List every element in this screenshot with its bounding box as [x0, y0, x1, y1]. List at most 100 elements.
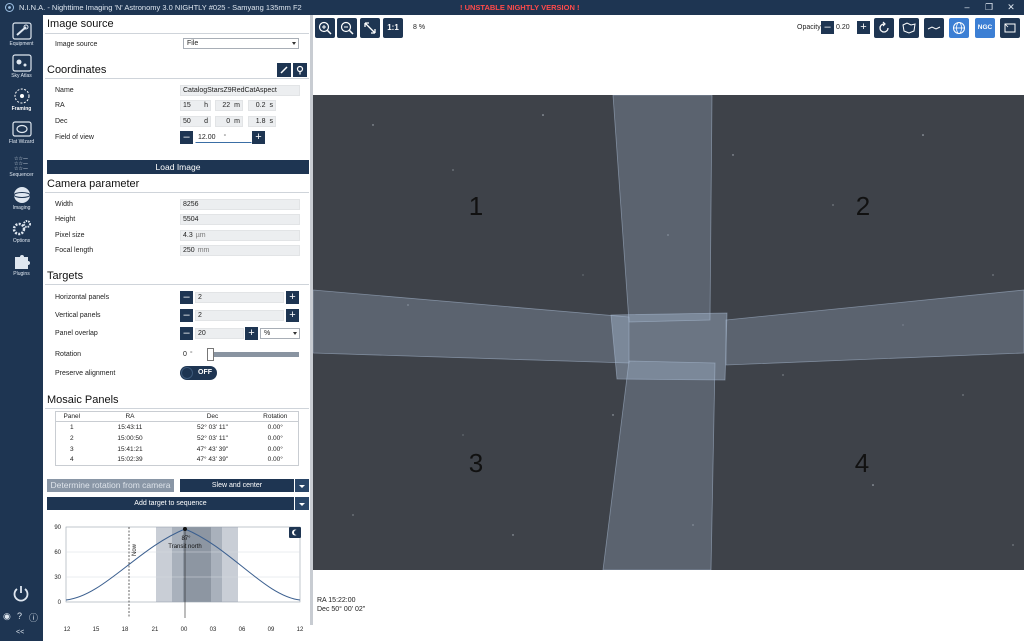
minimize-icon[interactable]: – [956, 0, 978, 15]
dec-degrees-field[interactable]: 50 d [180, 116, 211, 127]
width-label: Width [55, 201, 73, 208]
horizontal-panels-increase-button[interactable]: + [286, 291, 299, 304]
slew-options-dropdown[interactable] [295, 479, 309, 492]
table-row[interactable]: 3 15:41:21 47° 43' 39" 0.00° [56, 444, 299, 455]
help-icon[interactable]: ? [17, 611, 22, 621]
overlap-unit-dropdown[interactable]: % [260, 328, 300, 339]
determine-rotation-button[interactable]: Determine rotation from camera [47, 479, 174, 492]
height-label: Height [55, 216, 76, 223]
panel-outline-right[interactable] [725, 289, 1024, 366]
nav-item-plugins[interactable]: Plugins [0, 249, 43, 281]
info-icon[interactable]: ⓘ [29, 611, 38, 624]
nav-item-sky-atlas[interactable]: Sky Atlas [0, 51, 43, 83]
load-image-button[interactable]: Load Image [47, 160, 309, 174]
slider-thumb[interactable] [207, 348, 214, 361]
panel-outline-top[interactable] [612, 95, 713, 323]
restore-icon[interactable]: ❐ [978, 0, 1000, 15]
slider-track [211, 352, 299, 357]
add-target-to-sequence-button[interactable]: Add target to sequence [47, 497, 294, 510]
table-row[interactable]: 1 15:43:11 52° 03' 11" 0.00° [56, 422, 299, 433]
cell: 47° 43' 39" [196, 445, 229, 453]
focal-length-field[interactable]: 250 mm [180, 245, 300, 256]
gears-icon [12, 220, 31, 236]
image-source-title: Image source [47, 18, 114, 30]
image-source-dropdown[interactable]: File [183, 38, 299, 49]
panel-overlap-center[interactable] [610, 312, 728, 381]
rotation-slider[interactable] [207, 348, 299, 361]
panel-overlap-decrease-button[interactable]: – [180, 327, 193, 340]
name-label: Name [55, 87, 74, 94]
annotate-button[interactable] [1000, 18, 1020, 38]
cell: 47° 43' 39" [196, 456, 229, 464]
zoom-out-button[interactable] [337, 18, 357, 38]
nav-item-framing[interactable]: Framing [0, 84, 43, 116]
panel-outline-bottom[interactable] [602, 360, 716, 570]
one-to-one-button[interactable]: 1:1 [383, 18, 403, 38]
opacity-increase-button[interactable]: + [857, 21, 870, 34]
vertical-panels-field[interactable]: 2 [195, 310, 284, 321]
panel-outline-left[interactable] [313, 289, 630, 364]
fov-decrease-button[interactable]: – [180, 131, 193, 144]
fit-to-screen-button[interactable] [360, 18, 380, 38]
coordinates-from-planetarium-button[interactable] [293, 63, 307, 77]
coordinates-from-telescope-button[interactable] [277, 63, 291, 77]
close-icon[interactable]: ✕ [1000, 0, 1022, 15]
ra-hours-unit: h [204, 102, 208, 109]
dec-seconds-field[interactable]: 1.8 s [248, 116, 276, 127]
ra-hours-field[interactable]: 15 h [180, 100, 211, 111]
collapse-nav-button[interactable]: << [16, 629, 24, 636]
now-label: Now [132, 543, 138, 556]
target-name-field[interactable]: CatalogStarsZ9RedCatAspect [180, 85, 300, 96]
fit-diagonal-icon [364, 22, 376, 34]
nav-item-equipment[interactable]: Equipment [0, 19, 43, 51]
mosaic-panels[interactable] [313, 95, 1024, 570]
focal-length-value: 250 [183, 247, 195, 254]
rotation-field[interactable]: 0 ° [180, 349, 199, 360]
panel-number: 2 [856, 191, 870, 221]
sky-image-view[interactable]: 1 2 3 4 [313, 95, 1024, 570]
vertical-panels-decrease-button[interactable]: – [180, 309, 193, 322]
center-dec: Dec 50° 00' 02" [317, 606, 366, 613]
ngc-overlay-button[interactable]: NGC [975, 18, 995, 38]
fov-increase-button[interactable]: + [252, 131, 265, 144]
constellation-boundaries-button[interactable] [899, 18, 919, 38]
camera-width-field[interactable]: 8256 [180, 199, 300, 210]
nav-label: Sequencer [9, 172, 34, 178]
eye-icon[interactable]: ◉ [3, 611, 11, 622]
slew-and-center-button[interactable]: Slew and center [180, 479, 294, 492]
divider [45, 284, 309, 285]
ra-minutes-field[interactable]: 22 m [215, 100, 243, 111]
camera-height-field[interactable]: 5504 [180, 214, 300, 225]
panel-overlap-increase-button[interactable]: + [245, 327, 258, 340]
fov-input[interactable]: 12.00 ° [195, 132, 252, 143]
panel-overlap-field[interactable]: 20 [195, 328, 244, 339]
constellation-lines-button[interactable] [924, 18, 944, 38]
opacity-decrease-button[interactable]: – [821, 21, 834, 34]
dec-seconds-value: 1.8 [255, 118, 266, 125]
table-row[interactable]: 2 15:00:50 52° 03' 11" 0.00° [56, 433, 299, 444]
globe-icon [953, 22, 965, 34]
grid-overlay-button[interactable] [949, 18, 969, 38]
nav-item-flat-wizard[interactable]: Flat Wizard [0, 117, 43, 149]
pixel-size-field[interactable]: 4.3 µm [180, 230, 300, 241]
power-icon[interactable] [12, 585, 30, 603]
nav-item-options[interactable]: Options [0, 216, 43, 248]
horizontal-panels-field[interactable]: 2 [195, 292, 284, 303]
nav-item-imaging[interactable]: Imaging [0, 183, 43, 215]
cell: 2 [69, 434, 74, 442]
nav-label: Framing [11, 106, 32, 112]
table-row[interactable]: 4 15:02:39 47° 43' 39" 0.00° [56, 455, 299, 466]
rotate-button[interactable] [874, 18, 894, 38]
opacity-value[interactable]: 0.20 [836, 24, 850, 31]
mosaic-panels-title: Mosaic Panels [47, 394, 119, 406]
zoom-in-button[interactable] [315, 18, 335, 38]
preserve-alignment-toggle[interactable]: OFF [180, 366, 217, 380]
horizontal-panels-decrease-button[interactable]: – [180, 291, 193, 304]
dec-minutes-field[interactable]: 0m [215, 116, 243, 127]
ra-seconds-field[interactable]: 0.2 s [248, 100, 276, 111]
add-target-options-dropdown[interactable] [295, 497, 309, 510]
mosaic-overlay[interactable]: 1 2 3 4 [313, 95, 1024, 570]
vertical-panels-increase-button[interactable]: + [286, 309, 299, 322]
fov-label: Field of view [55, 134, 94, 141]
nav-item-sequencer[interactable]: ☆☆— ☆☆— ☆☆— Sequencer [0, 150, 43, 182]
